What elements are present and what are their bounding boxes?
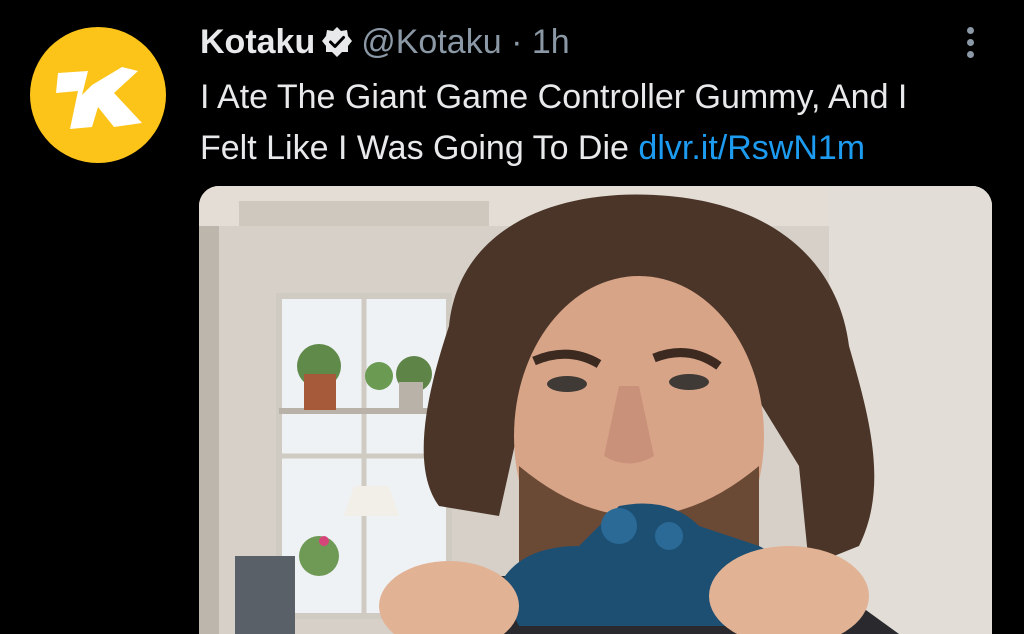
author-handle[interactable]: @Kotaku <box>361 23 501 61</box>
more-vertical-icon[interactable] <box>957 22 983 62</box>
avatar-letter: K <box>30 27 41 31</box>
verified-badge-icon <box>321 25 353 57</box>
timestamp[interactable]: 1h <box>532 23 570 61</box>
tweet-link[interactable]: dlvr.it/RswN1m <box>638 129 865 167</box>
kotaku-logo: K <box>30 27 142 129</box>
author-name[interactable]: Kotaku <box>200 23 315 61</box>
tweet-text-line-2-body: Felt Like I Was Going To Die <box>200 129 639 167</box>
separator-dot: · <box>511 23 523 61</box>
tweet-card[interactable]: K Kotaku @Kotaku · 1h I Ate The Giant Gam… <box>0 0 1024 634</box>
tweet-text: I Ate The Giant Game Controller Gummy, A… <box>200 72 1010 174</box>
tweet-text-line-2: Felt Like I Was Going To Die dlvr.it/Rsw… <box>200 123 1010 174</box>
avatar[interactable]: K <box>30 27 166 163</box>
photo-illustration <box>199 186 992 634</box>
tweet-text-line-1: I Ate The Giant Game Controller Gummy, A… <box>200 78 908 116</box>
tweet-media-photo[interactable] <box>199 186 992 634</box>
tweet-header: Kotaku @Kotaku · 1h <box>200 20 570 64</box>
